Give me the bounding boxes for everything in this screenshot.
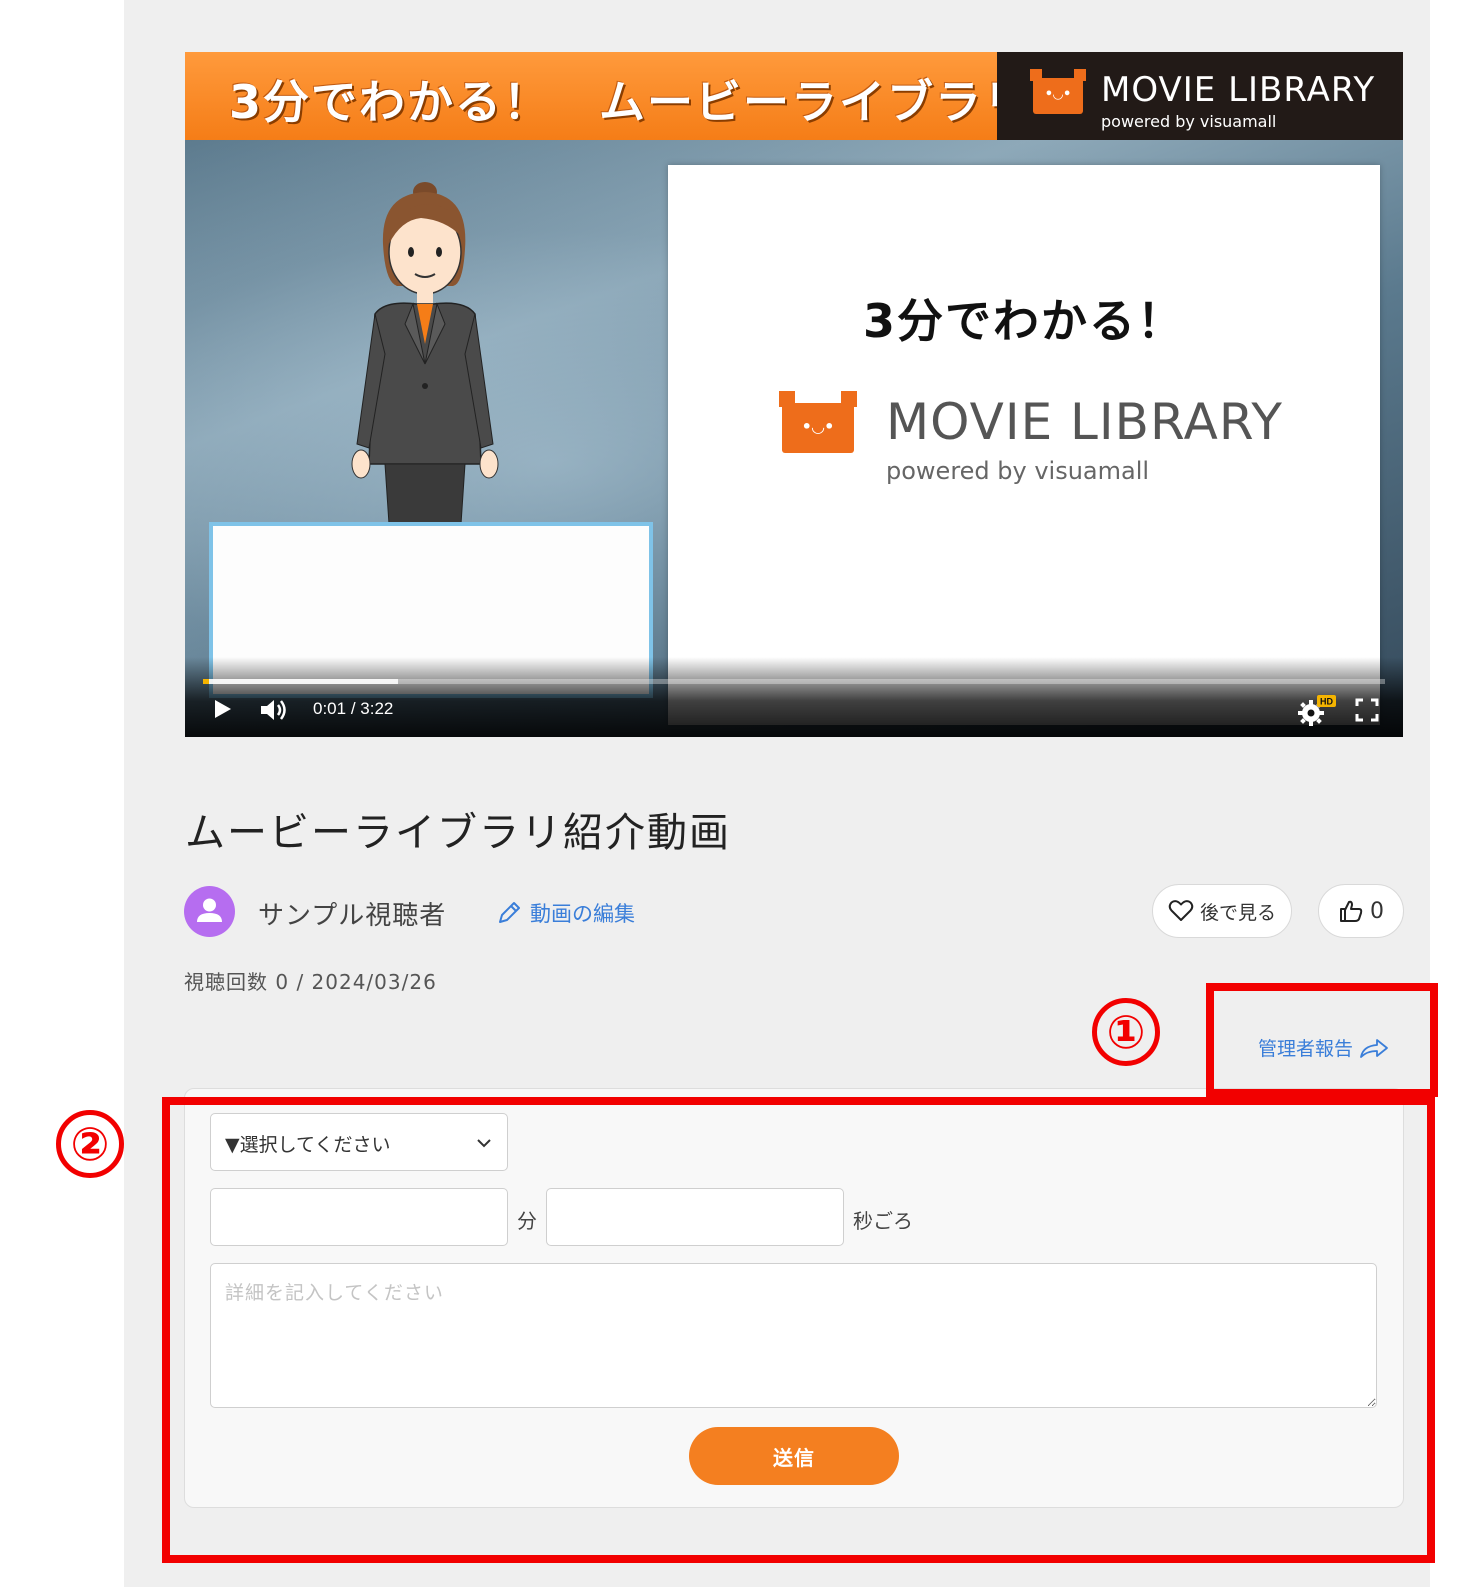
avatar[interactable]	[184, 886, 235, 937]
slide-logo-icon: •◡•	[779, 391, 857, 453]
slide-brand: MOVIE LIBRARY	[886, 393, 1283, 451]
movie-library-logo-icon: •◡•	[1030, 69, 1086, 114]
annotation-box-2	[162, 1097, 1435, 1563]
view-count-and-date: 視聴回数 0 / 2024/03/26	[184, 970, 437, 994]
current-time: 0:01	[313, 699, 347, 718]
hd-badge: HD	[1320, 697, 1333, 707]
annotation-marker-1: ①	[1092, 998, 1160, 1066]
banner-title: 3分でわかる！ ムービーライブラリ	[229, 75, 1032, 129]
pencil-icon	[499, 902, 520, 923]
video-title: ムービーライブラリ紹介動画	[185, 810, 731, 856]
progress-buffered	[203, 679, 399, 684]
time-display: 0:01 / 3:22	[313, 699, 393, 719]
edit-video-link[interactable]: 動画の編集	[496, 898, 635, 928]
duration: 3:22	[360, 699, 394, 718]
settings-icon[interactable]: HD	[1297, 694, 1337, 726]
video-player[interactable]: 3分でわかる！ ムービーライブラリ •◡• MOVIE LIBRARY powe…	[185, 52, 1403, 737]
user-icon	[197, 898, 222, 922]
watch-later-button[interactable]: 後で見る	[1152, 884, 1292, 938]
thumbs-up-icon	[1340, 900, 1363, 922]
like-count: 0	[1370, 898, 1384, 924]
time-separator: /	[350, 699, 356, 718]
uploader-name[interactable]: サンプル視聴者	[258, 895, 446, 932]
volume-icon[interactable]	[259, 697, 289, 723]
watch-later-label: 後で見る	[1199, 901, 1276, 924]
annotation-box-1	[1206, 983, 1438, 1097]
fullscreen-icon[interactable]	[1355, 698, 1379, 722]
annotation-marker-2: ②	[56, 1110, 124, 1178]
like-button[interactable]: 0	[1318, 884, 1404, 938]
presenter-illustration	[351, 182, 499, 524]
progress-played	[203, 679, 209, 684]
play-icon[interactable]	[211, 698, 233, 720]
title-slide: 3分でわかる！ •◡• MOVIE LIBRARY powered by vis…	[668, 165, 1380, 725]
banner-brand: MOVIE LIBRARY	[1101, 70, 1376, 110]
slide-powered-by: powered by visuamall	[886, 457, 1150, 485]
banner-powered-by: powered by visuamall	[1101, 112, 1277, 131]
controls-shade	[185, 657, 1403, 737]
progress-bar[interactable]	[203, 679, 1385, 684]
heart-icon	[1168, 900, 1194, 921]
video-banner: 3分でわかる！ ムービーライブラリ	[185, 52, 1029, 140]
edit-video-label: 動画の編集	[530, 902, 635, 926]
slide-heading: 3分でわかる！	[862, 294, 1185, 348]
banner-logo-area: •◡• MOVIE LIBRARY powered by visuamall	[997, 52, 1403, 140]
